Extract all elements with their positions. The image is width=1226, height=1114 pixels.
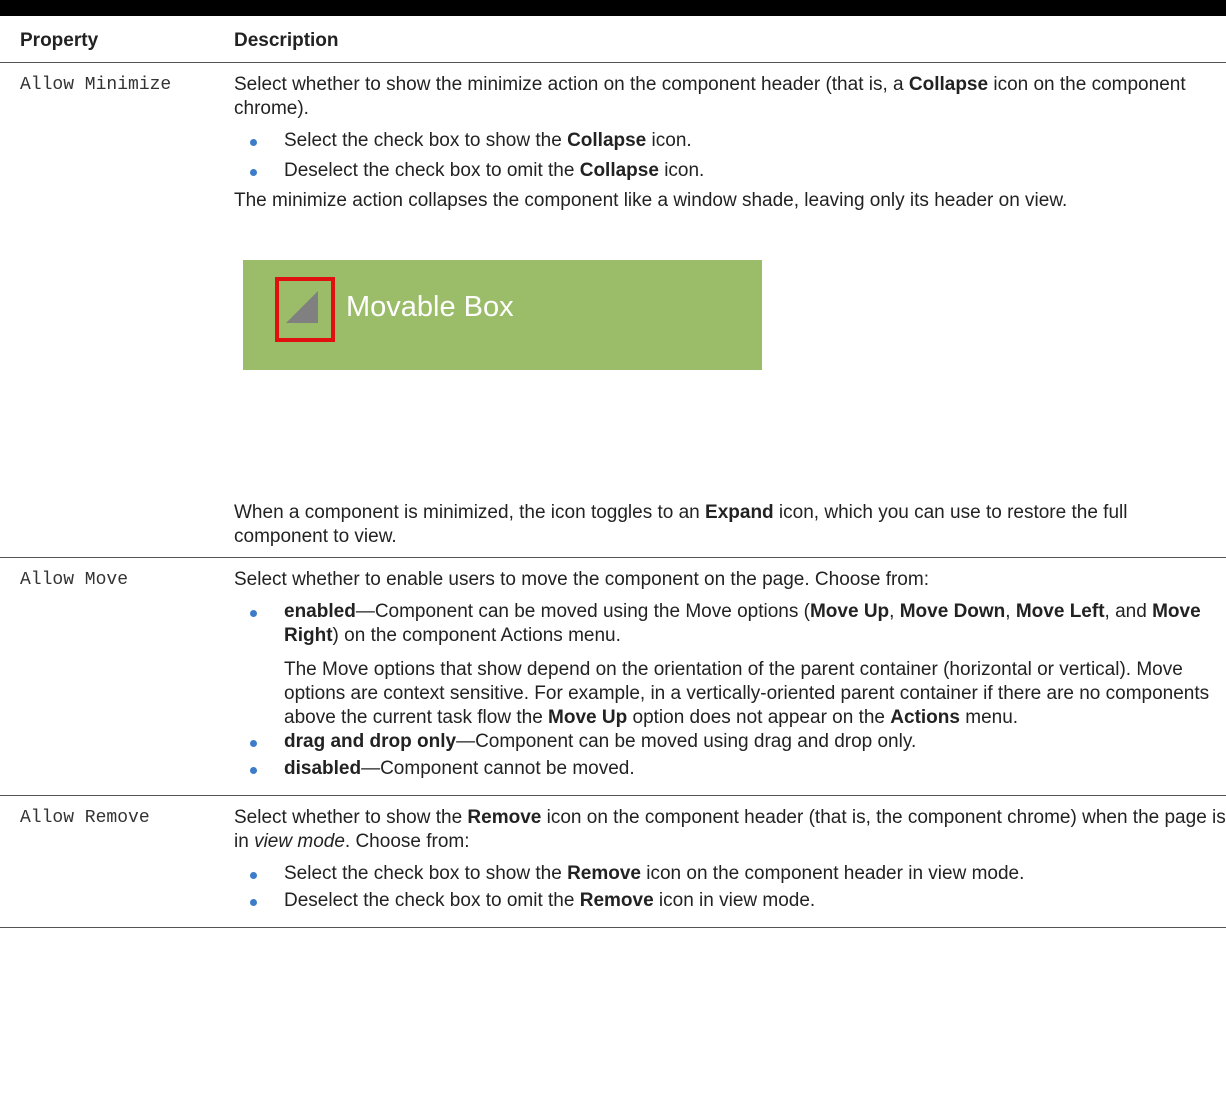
table-header-row: Property Description (0, 20, 1226, 63)
bullet-icon (250, 139, 257, 146)
list-item: enabled—Component can be moved using the… (234, 600, 1226, 730)
property-description: Select whether to show the Remove icon o… (225, 795, 1226, 928)
table-row: Allow Remove Select whether to show the … (0, 795, 1226, 928)
list-item: disabled—Component cannot be moved. (234, 757, 1226, 781)
property-column-header: Property (0, 20, 225, 63)
list-item: Select the check box to show the Remove … (234, 862, 1226, 886)
list-item: drag and drop only—Component can be move… (234, 730, 1226, 754)
sub-paragraph: The Move options that show depend on the… (284, 659, 1210, 728)
list-item: Select the check box to show the Collaps… (234, 129, 1226, 153)
description-text: The minimize action collapses the compon… (234, 190, 1068, 211)
table-row: Allow Minimize Select whether to show th… (0, 62, 1226, 558)
bullet-list: enabled—Component can be moved using the… (234, 600, 1226, 730)
bullet-icon (250, 740, 257, 747)
description-closing: When a component is minimized, the icon … (234, 502, 1128, 547)
property-name: Allow Minimize (0, 62, 225, 558)
movable-box-label: Movable Box (346, 291, 514, 323)
properties-table: Property Description Allow Minimize Sele… (0, 20, 1226, 928)
description-intro: Select whether to show the minimize acti… (234, 74, 1186, 119)
property-description: Select whether to enable users to move t… (225, 557, 1226, 796)
list-item: Deselect the check box to omit the Colla… (234, 159, 1226, 183)
list-item: Deselect the check box to omit the Remov… (234, 889, 1226, 913)
property-name: Allow Move (0, 557, 225, 796)
table-row: Allow Move Select whether to enable user… (0, 557, 1226, 796)
bullet-list: Select the check box to show the Collaps… (234, 129, 1226, 183)
highlight-box (275, 277, 335, 342)
bullet-list: Select the check box to show the Remove … (234, 862, 1226, 913)
bullet-icon (250, 899, 257, 906)
bullet-list: drag and drop only—Component can be move… (234, 730, 1226, 781)
property-description: Select whether to show the minimize acti… (225, 62, 1226, 558)
description-intro: Select whether to show the Remove icon o… (234, 807, 1226, 852)
bullet-icon (250, 610, 257, 617)
description-column-header: Description (225, 20, 1226, 63)
movable-box-figure: Movable Box (243, 260, 762, 370)
bullet-icon (250, 872, 257, 879)
bullet-icon (250, 767, 257, 774)
description-intro: Select whether to enable users to move t… (234, 569, 929, 590)
top-border-bar (0, 0, 1226, 16)
figure-container: Movable Box (234, 213, 1226, 501)
bullet-icon (250, 169, 257, 176)
property-name: Allow Remove (0, 795, 225, 928)
